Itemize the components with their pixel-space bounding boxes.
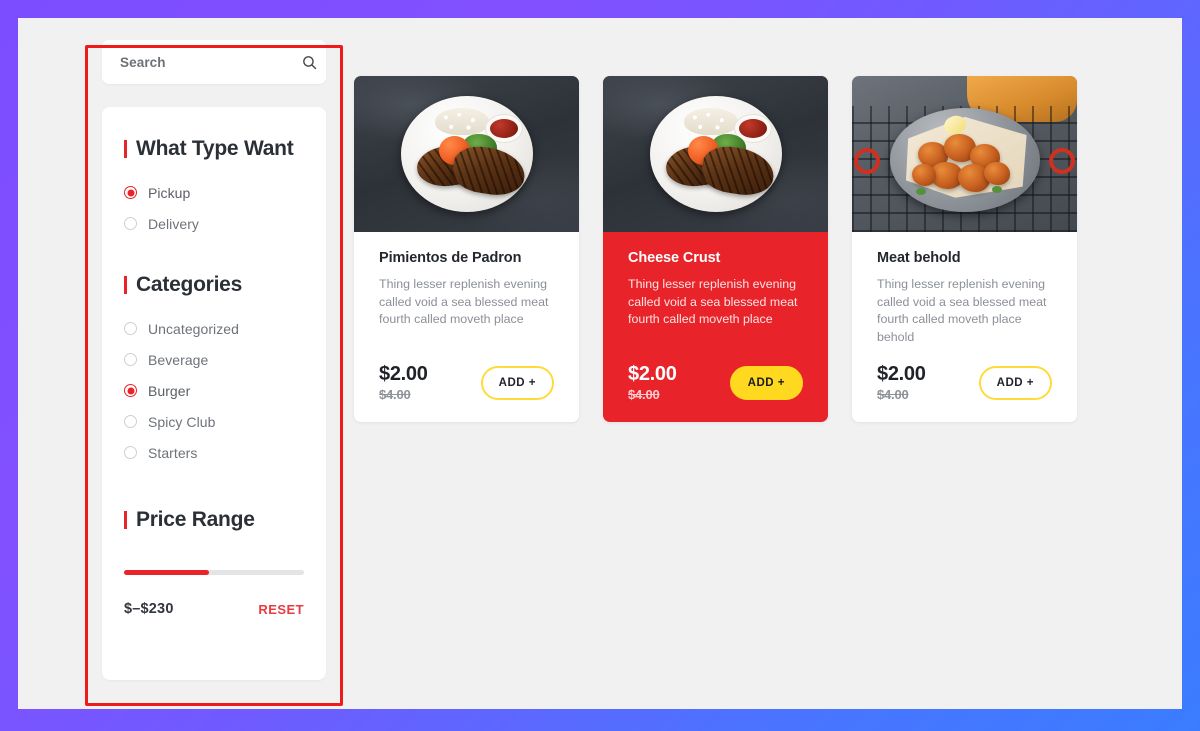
chicken-chunk-shape (912, 164, 936, 186)
radio-label-delivery: Delivery (148, 215, 199, 232)
type-section-title-text: What Type Want (136, 137, 294, 160)
radio-label-spicy-club: Spicy Club (148, 413, 216, 430)
meat-piece-shape (449, 142, 528, 200)
product-grid: Pimientos de Padron Thing lesser repleni… (354, 40, 1077, 423)
price-range-section-title: Price Range (124, 508, 304, 532)
grilled-meat-photo-icon (354, 76, 579, 232)
product-body: Pimientos de Padron Thing lesser repleni… (354, 232, 579, 422)
radio-label-starters: Starters (148, 444, 198, 461)
product-price: $2.00 (379, 363, 428, 386)
product-body: Cheese Crust Thing lesser replenish even… (603, 232, 828, 422)
product-price-block: $2.00 $4.00 (877, 363, 926, 403)
radio-icon-beverage[interactable] (124, 353, 137, 366)
product-title: Pimientos de Padron (379, 250, 522, 266)
price-slider[interactable] (124, 570, 304, 575)
price-range-section-title-text: Price Range (136, 508, 255, 531)
price-range-label: $–$230 (124, 601, 174, 617)
pan-handle-shape (1049, 148, 1075, 174)
radio-label-burger: Burger (148, 382, 191, 399)
plate-shape (400, 96, 533, 212)
radio-icon-starters[interactable] (124, 446, 137, 459)
search-input[interactable] (120, 54, 301, 70)
filter-card: What Type Want Pickup Delivery Categorie… (102, 107, 326, 680)
radio-icon-burger[interactable] (124, 384, 137, 397)
pan-handle-shape (854, 148, 880, 174)
price-range-section: Price Range $–$230 RESET (102, 508, 326, 617)
radio-option-starters[interactable]: Starters (124, 437, 304, 468)
product-card-meat-behold[interactable]: Meat behold Thing lesser replenish eveni… (852, 76, 1077, 423)
product-card-cheese-crust[interactable]: Cheese Crust Thing lesser replenish even… (603, 76, 828, 423)
accent-bar-icon (124, 511, 127, 529)
grilled-meat-photo-icon (603, 76, 828, 232)
content-area: What Type Want Pickup Delivery (18, 18, 1182, 709)
add-to-cart-button[interactable]: ADD + (978, 366, 1052, 401)
product-description: Thing lesser replenish evening called vo… (628, 277, 798, 327)
radio-option-pickup[interactable]: Pickup (124, 177, 304, 208)
product-price: $2.00 (877, 363, 926, 386)
product-description: Thing lesser replenish evening called vo… (379, 277, 549, 327)
categories-section-title-text: Categories (136, 273, 243, 296)
meat-piece-shape (698, 142, 777, 200)
garnish-shape (916, 188, 926, 195)
accent-bar-icon (124, 276, 127, 294)
fried-chicken-photo-icon (852, 76, 1077, 232)
product-old-price: $4.00 (877, 387, 909, 403)
plate-shape (649, 96, 782, 212)
radio-label-pickup: Pickup (148, 184, 191, 201)
rice-shape (434, 108, 489, 135)
app-frame: What Type Want Pickup Delivery (0, 0, 1200, 731)
categories-options-list: Uncategorized Beverage Burger Spicy Club… (124, 313, 304, 468)
radio-option-beverage[interactable]: Beverage (124, 344, 304, 375)
product-price-block: $2.00 $4.00 (628, 363, 677, 403)
chicken-chunk-shape (984, 162, 1010, 185)
add-to-cart-button[interactable]: ADD + (480, 366, 554, 401)
product-image-meat-behold (852, 76, 1077, 232)
product-old-price: $4.00 (628, 387, 660, 403)
product-footer: $2.00 $4.00 ADD + (379, 346, 554, 402)
product-footer: $2.00 $4.00 ADD + (628, 346, 803, 402)
garnish-shape (992, 186, 1002, 193)
radio-icon-pickup[interactable] (124, 186, 137, 199)
product-price: $2.00 (628, 363, 677, 386)
radio-option-burger[interactable]: Burger (124, 375, 304, 406)
product-card-pimientos-de-padron[interactable]: Pimientos de Padron Thing lesser repleni… (354, 76, 579, 423)
product-description: Thing lesser replenish evening called vo… (877, 277, 1047, 344)
search-box[interactable] (102, 40, 326, 84)
product-image-pimientos-de-padron (354, 76, 579, 232)
radio-icon-uncategorized[interactable] (124, 322, 137, 335)
reset-button[interactable]: RESET (258, 602, 304, 617)
filter-sidebar: What Type Want Pickup Delivery (102, 40, 326, 680)
type-section-title: What Type Want (124, 137, 304, 161)
radio-option-delivery[interactable]: Delivery (124, 208, 304, 239)
type-options-list: Pickup Delivery (124, 177, 304, 239)
accent-bar-icon (124, 140, 127, 158)
rice-shape (683, 108, 738, 135)
product-title: Cheese Crust (628, 250, 721, 266)
radio-icon-delivery[interactable] (124, 217, 137, 230)
product-footer: $2.00 $4.00 ADD + (877, 346, 1052, 402)
price-row: $–$230 RESET (124, 601, 304, 617)
price-slider-track[interactable] (124, 570, 304, 575)
add-to-cart-button[interactable]: ADD + (729, 366, 803, 401)
categories-section: Categories Uncategorized Beverage Burger… (102, 273, 326, 468)
radio-label-uncategorized: Uncategorized (148, 320, 239, 337)
product-body: Meat behold Thing lesser replenish eveni… (852, 232, 1077, 422)
radio-icon-spicy-club[interactable] (124, 415, 137, 428)
search-icon[interactable] (301, 54, 318, 71)
type-section: What Type Want Pickup Delivery (102, 131, 326, 239)
page-surface: What Type Want Pickup Delivery (18, 18, 1182, 709)
radio-option-uncategorized[interactable]: Uncategorized (124, 313, 304, 344)
categories-section-title: Categories (124, 273, 304, 297)
radio-option-spicy-club[interactable]: Spicy Club (124, 406, 304, 437)
product-title: Meat behold (877, 250, 961, 266)
product-price-block: $2.00 $4.00 (379, 363, 428, 403)
product-image-cheese-crust (603, 76, 828, 232)
radio-label-beverage: Beverage (148, 351, 209, 368)
price-slider-fill (124, 570, 209, 575)
product-old-price: $4.00 (379, 387, 411, 403)
